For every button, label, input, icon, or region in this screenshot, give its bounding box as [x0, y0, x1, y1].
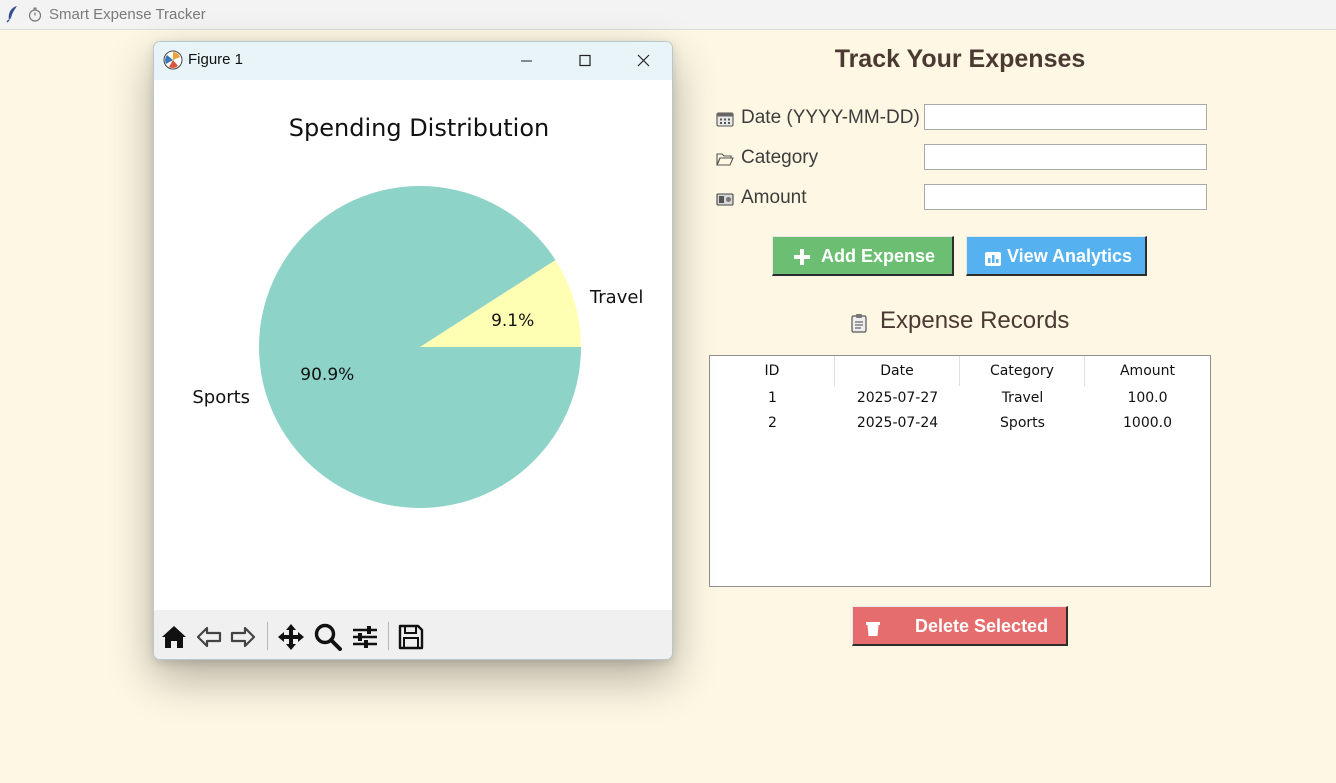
folder-icon	[716, 153, 734, 166]
money-icon	[716, 193, 734, 206]
amount-label: Amount	[741, 187, 807, 208]
pie-label-sports: Sports	[192, 387, 250, 408]
pan-icon[interactable]	[276, 622, 306, 652]
delete-selected-button[interactable]: Delete Selected	[852, 606, 1068, 646]
cell-id: 1	[768, 390, 777, 406]
figure-toolbar	[154, 610, 672, 659]
view-analytics-label: View Analytics	[1007, 246, 1133, 266]
close-button[interactable]	[620, 42, 666, 80]
app-title: Smart Expense Tracker	[49, 6, 206, 23]
main-heading: Track Your Expenses	[834, 45, 1086, 73]
table-row[interactable]: 1 2025-07-27 Travel 100.0	[710, 386, 1210, 411]
figure-titlebar[interactable]: Figure 1	[154, 42, 672, 80]
column-header-id[interactable]: ID	[710, 356, 835, 386]
amount-input[interactable]	[924, 184, 1207, 210]
forward-icon[interactable]	[228, 622, 258, 652]
maximize-icon	[579, 54, 591, 67]
matplotlib-icon	[163, 50, 183, 70]
view-analytics-button[interactable]: View Analytics	[966, 236, 1147, 276]
cell-amount: 100.0	[1127, 390, 1168, 406]
column-header-amount[interactable]: Amount	[1085, 356, 1210, 386]
toolbar-separator	[267, 622, 268, 650]
toolbar-separator	[388, 622, 389, 650]
app-titlebar: Smart Expense Tracker	[0, 0, 1336, 30]
cell-category: Travel	[1001, 390, 1044, 406]
maximize-button[interactable]	[562, 42, 608, 80]
close-icon	[637, 54, 650, 67]
zoom-icon[interactable]	[313, 622, 343, 652]
add-expense-button[interactable]: Add Expense	[772, 236, 954, 276]
records-table[interactable]: ID Date Category Amount 1 2025-07-27 Tra…	[709, 355, 1211, 587]
feather-icon	[6, 6, 17, 23]
pie-label-travel: Travel	[589, 287, 644, 308]
records-title: Expense Records	[880, 307, 1070, 334]
delete-selected-label: Delete Selected	[915, 616, 1049, 636]
cell-date: 2025-07-27	[856, 390, 939, 406]
analytics-icon	[985, 252, 1001, 266]
amount-row: Amount	[716, 184, 1211, 212]
pie-slice-sports	[259, 186, 581, 508]
cell-amount: 1000.0	[1123, 415, 1172, 431]
date-label: Date (YYYY-MM-DD)	[741, 107, 920, 128]
home-icon[interactable]	[159, 622, 189, 652]
pie-chart: Spending Distribution Travel 9.1% Sports 90…	[192, 114, 644, 508]
clipboard-icon	[851, 314, 867, 333]
column-header-category[interactable]: Category	[960, 356, 1085, 386]
table-header: ID Date Category Amount	[710, 356, 1210, 386]
figure-title: Figure 1	[188, 51, 244, 68]
trash-icon	[866, 622, 880, 636]
minimize-icon	[521, 60, 532, 62]
date-input[interactable]	[924, 104, 1207, 130]
pie-percent-travel: 9.1%	[491, 311, 534, 331]
column-header-date[interactable]: Date	[835, 356, 960, 386]
cell-date: 2025-07-24	[856, 415, 939, 431]
add-expense-label: Add Expense	[821, 246, 936, 266]
calendar-icon	[716, 112, 734, 127]
date-row: Date (YYYY-MM-DD)	[716, 104, 1211, 132]
cell-category: Sports	[1000, 415, 1045, 431]
back-icon[interactable]	[194, 622, 224, 652]
plus-icon	[794, 249, 810, 265]
table-row[interactable]: 2 2025-07-24 Sports 1000.0	[710, 411, 1210, 436]
figure-canvas[interactable]: Spending Distribution Travel 9.1% Sports 90…	[154, 80, 672, 610]
stopwatch-icon	[28, 7, 42, 22]
category-input[interactable]	[924, 144, 1207, 170]
cell-id: 2	[768, 415, 777, 431]
save-icon[interactable]	[396, 622, 426, 652]
minimize-button[interactable]	[503, 42, 549, 80]
configure-subplots-icon[interactable]	[350, 622, 380, 652]
figure-window[interactable]: Figure 1 Spending Distribution Travel 9.1…	[153, 41, 673, 660]
chart-title: Spending Distribution	[289, 114, 549, 142]
category-row: Category	[716, 144, 1211, 172]
pie-percent-sports: 90.9%	[300, 365, 354, 385]
category-label: Category	[741, 147, 819, 168]
